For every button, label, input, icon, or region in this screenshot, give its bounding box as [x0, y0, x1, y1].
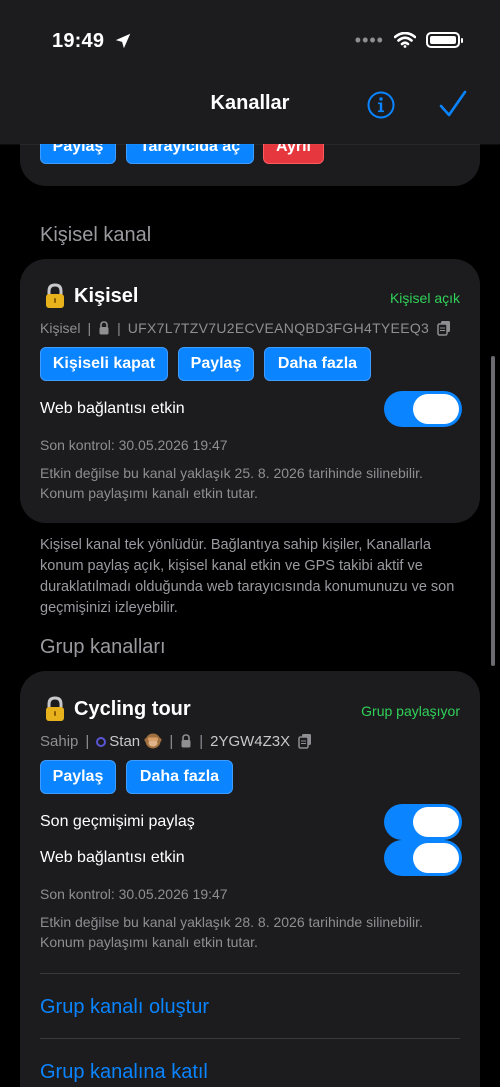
- share-button[interactable]: Paylaş: [178, 347, 254, 381]
- group-card-title: Cycling tour: [42, 696, 191, 722]
- personal-owner: Kişisel: [40, 320, 81, 336]
- group-channel-code: 2YGW4Z3X: [210, 732, 291, 750]
- more-button[interactable]: Daha fazla: [264, 347, 371, 381]
- member-entry: Stan: [96, 732, 162, 750]
- web-link-toggle[interactable]: [384, 840, 462, 876]
- share-history-label: Son geçmişimi paylaş: [40, 813, 195, 830]
- battery-icon: [426, 32, 463, 48]
- group-channel-card: Cycling tour Grup paylaşıyor Sahip | Sta…: [20, 671, 480, 1087]
- create-group-channel-link[interactable]: Grup kanalı oluştur: [40, 996, 209, 1019]
- join-group-channel-link[interactable]: Grup kanalına katıl: [40, 1061, 208, 1084]
- close-personal-button[interactable]: Kişiseli kapat: [40, 347, 168, 381]
- personal-status: Kişisel açık: [389, 290, 460, 306]
- status-bar: 19:49 ••••: [0, 0, 500, 80]
- info-icon[interactable]: [366, 90, 396, 120]
- navigation-bar: Kanallar: [0, 80, 500, 144]
- copy-icon[interactable]: [436, 320, 452, 336]
- divider: [40, 973, 460, 974]
- lock-icon: [99, 321, 109, 335]
- more-button[interactable]: Daha fazla: [126, 760, 233, 794]
- expiry-note: Etkin değilse bu kanal yaklaşık 25. 8. 2…: [40, 465, 423, 501]
- personal-channel-card: Kişisel Kişisel açık Kişisel | | UFX7L7T…: [20, 259, 480, 523]
- status-time: 19:49: [52, 30, 105, 52]
- divider: [40, 1038, 460, 1039]
- group-meta-line: Sahip | Stan | | 2YGW4Z3X: [40, 732, 313, 750]
- location-arrow-icon: [115, 33, 131, 49]
- group-status: Grup paylaşıyor: [361, 703, 460, 719]
- web-link-label: Web bağlantısı etkin: [40, 849, 185, 866]
- page-title: Kanallar: [210, 92, 290, 114]
- last-check-text: Son kontrol: 30.05.2026 19:47: [40, 437, 228, 453]
- lock-icon: [181, 734, 191, 748]
- web-link-label: Web bağlantısı etkin: [40, 400, 185, 417]
- monkey-emoji-icon: [144, 733, 162, 749]
- personal-channel-description: Kişisel kanal tek yönlüdür. Bağlantıya s…: [40, 537, 455, 616]
- status-indicators: ••••: [354, 30, 463, 50]
- member-name: Stan: [109, 733, 141, 750]
- expiry-note: Etkin değilse bu kanal yaklaşık 28. 8. 2…: [40, 914, 423, 950]
- scrollbar[interactable]: [491, 356, 495, 666]
- signal-dots-icon: ••••: [354, 30, 384, 50]
- group-owner: Sahip: [40, 732, 79, 750]
- group-card-title-text: Cycling tour: [74, 697, 191, 720]
- wifi-icon: [394, 32, 416, 48]
- personal-channel-code: UFX7L7TZV7U2ECVEANQBD3FGH4TYEEQ3: [127, 320, 430, 336]
- copy-icon[interactable]: [297, 733, 313, 749]
- personal-card-title: Kişisel: [42, 283, 138, 309]
- personal-card-title-text: Kişisel: [74, 284, 139, 307]
- checkmark-icon[interactable]: [438, 88, 468, 122]
- last-check-text: Son kontrol: 30.05.2026 19:47: [40, 886, 228, 902]
- group-section-header: Grup kanalları: [40, 636, 166, 658]
- personal-section-header: Kişisel kanal: [40, 224, 152, 246]
- share-history-toggle[interactable]: [384, 804, 462, 840]
- member-status-dot: [96, 737, 107, 747]
- lock-icon: [46, 696, 64, 721]
- web-link-toggle[interactable]: [384, 391, 462, 427]
- personal-meta-line: Kişisel | | UFX7L7TZV7U2ECVEANQBD3FGH4TY…: [40, 320, 452, 336]
- share-button[interactable]: Paylaş: [40, 760, 116, 794]
- lock-icon: [46, 283, 64, 308]
